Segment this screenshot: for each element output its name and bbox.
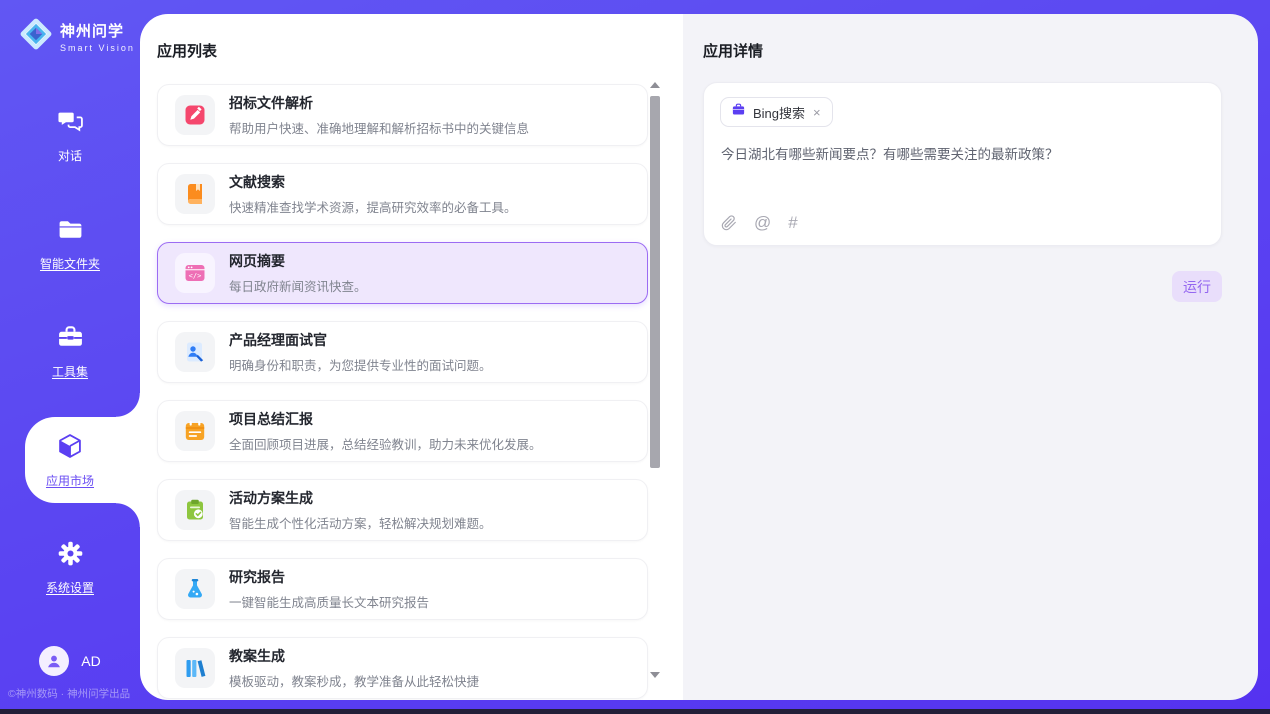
app-detail-panel: 应用详情 Bing搜索 × 今日湖北有哪些新闻要点？有哪些需要关注的最新政策？ — [683, 14, 1258, 700]
sidebar-item-settings[interactable]: 系统设置 — [0, 514, 140, 622]
interviewer-icon — [175, 332, 215, 372]
app-desc: 智能生成个性化活动方案，轻松解决规划难题。 — [229, 513, 492, 532]
app-desc: 一键智能生成高质量长文本研究报告 — [229, 592, 429, 611]
sidebar-item-toolset[interactable]: 工具集 — [0, 298, 140, 406]
gear-icon — [57, 540, 84, 572]
app-desc: 全面回顾项目进展，总结经验教训，助力未来优化发展。 — [229, 434, 542, 453]
app-list: 招标文件解析 帮助用户快速、准确地理解和解析招标书中的关键信息 文献搜索 快速精… — [157, 84, 648, 700]
app-item-web-summary[interactable]: </> 网页摘要 每日政府新闻资讯快查。 — [157, 242, 648, 304]
sidebar-item-label: 智能文件夹 — [40, 255, 100, 272]
browser-code-icon: </> — [175, 253, 215, 293]
app-desc: 模板驱动，教案秒成，教学准备从此轻松快捷 — [229, 671, 479, 690]
sidebar-item-label: 应用市场 — [46, 472, 94, 489]
app-item-bid-analysis[interactable]: 招标文件解析 帮助用户快速、准确地理解和解析招标书中的关键信息 — [157, 84, 648, 146]
app-item-literature-search[interactable]: 文献搜索 快速精准查找学术资源，提高研究效率的必备工具。 — [157, 163, 648, 225]
mention-icon[interactable]: @ — [754, 214, 771, 231]
pen-square-icon — [175, 95, 215, 135]
sidebar-item-app-market[interactable]: 应用市场 — [0, 406, 140, 514]
app-desc: 每日政府新闻资讯快查。 — [229, 276, 367, 295]
input-toolbar: @ # — [721, 214, 798, 231]
user-account[interactable]: AD — [0, 646, 140, 676]
person-icon — [45, 652, 63, 670]
toolbox-icon — [57, 324, 84, 356]
app-item-research-report[interactable]: 研究报告 一键智能生成高质量长文本研究报告 — [157, 558, 648, 620]
user-name: AD — [81, 653, 100, 669]
app-item-event-plan[interactable]: 活动方案生成 智能生成个性化活动方案，轻松解决规划难题。 — [157, 479, 648, 541]
app-list-panel: 应用列表 招标文件解析 帮助用户快速、准确地理解和解析招标书中的关键信息 — [140, 14, 683, 700]
book-icon — [175, 174, 215, 214]
tool-chip-bing-search[interactable]: Bing搜索 × — [720, 97, 833, 127]
prompt-card[interactable]: Bing搜索 × 今日湖北有哪些新闻要点？有哪些需要关注的最新政策？ @ # — [703, 82, 1222, 246]
clipboard-check-icon — [175, 490, 215, 530]
app-list-title: 应用列表 — [157, 40, 217, 61]
app-desc: 帮助用户快速、准确地理解和解析招标书中的关键信息 — [229, 118, 529, 137]
run-button[interactable]: 运行 — [1172, 271, 1222, 302]
sidebar-nav: 对话 智能文件夹 工具集 — [0, 82, 140, 622]
app-desc: 明确身份和职责，为您提供专业性的面试问题。 — [229, 355, 492, 374]
chip-close-icon[interactable]: × — [812, 105, 822, 120]
flask-icon — [175, 569, 215, 609]
briefcase-icon — [731, 102, 746, 122]
app-name: 网页摘要 — [229, 251, 367, 271]
sidebar: 神州问学 Smart Vision 对话 智能文件夹 — [0, 0, 140, 714]
app-name: 研究报告 — [229, 567, 429, 587]
sidebar-item-label: 工具集 — [52, 363, 88, 380]
query-text-input[interactable]: 今日湖北有哪些新闻要点？有哪些需要关注的最新政策？ — [721, 145, 1205, 165]
scroll-up-arrow-icon[interactable] — [650, 82, 660, 88]
scrollbar[interactable] — [649, 80, 661, 680]
books-icon — [175, 648, 215, 688]
calendar-icon — [175, 411, 215, 451]
svg-text:</>: </> — [189, 272, 202, 280]
brand-subtitle: Smart Vision — [60, 43, 135, 53]
copyright-text: ©神州数码 · 神州问学出品 — [8, 686, 130, 701]
folder-icon — [57, 216, 84, 248]
main-content: 应用列表 招标文件解析 帮助用户快速、准确地理解和解析招标书中的关键信息 — [140, 14, 1258, 700]
tool-chip-label: Bing搜索 — [753, 103, 805, 122]
app-detail-title: 应用详情 — [703, 40, 763, 61]
scroll-down-arrow-icon[interactable] — [650, 672, 660, 678]
app-logo: 神州问学 Smart Vision — [0, 0, 140, 57]
sidebar-item-label: 对话 — [58, 147, 82, 164]
sidebar-item-label: 系统设置 — [46, 579, 94, 596]
app-item-lesson-plan[interactable]: 教案生成 模板驱动，教案秒成，教学准备从此轻松快捷 — [157, 637, 648, 699]
window-bottom-edge — [0, 709, 1270, 714]
app-item-project-summary[interactable]: 项目总结汇报 全面回顾项目进展，总结经验教训，助力未来优化发展。 — [157, 400, 648, 462]
paperclip-icon[interactable] — [721, 215, 737, 231]
avatar — [39, 646, 69, 676]
sidebar-item-smart-folder[interactable]: 智能文件夹 — [0, 190, 140, 298]
active-tab-pill — [25, 417, 140, 503]
app-name: 活动方案生成 — [229, 488, 492, 508]
app-desc: 快速精准查找学术资源，提高研究效率的必备工具。 — [229, 197, 517, 216]
app-name: 项目总结汇报 — [229, 409, 542, 429]
chat-icon — [57, 108, 84, 140]
logo-diamond-icon — [18, 16, 54, 57]
app-item-pm-interviewer[interactable]: 产品经理面试官 明确身份和职责，为您提供专业性的面试问题。 — [157, 321, 648, 383]
app-name: 文献搜索 — [229, 172, 517, 192]
hash-icon[interactable]: # — [788, 214, 797, 231]
brand-name: 神州问学 — [60, 20, 135, 41]
app-name: 产品经理面试官 — [229, 330, 492, 350]
app-name: 招标文件解析 — [229, 93, 529, 113]
app-name: 教案生成 — [229, 646, 479, 666]
scrollbar-thumb[interactable] — [650, 96, 660, 468]
sidebar-item-chat[interactable]: 对话 — [0, 82, 140, 190]
